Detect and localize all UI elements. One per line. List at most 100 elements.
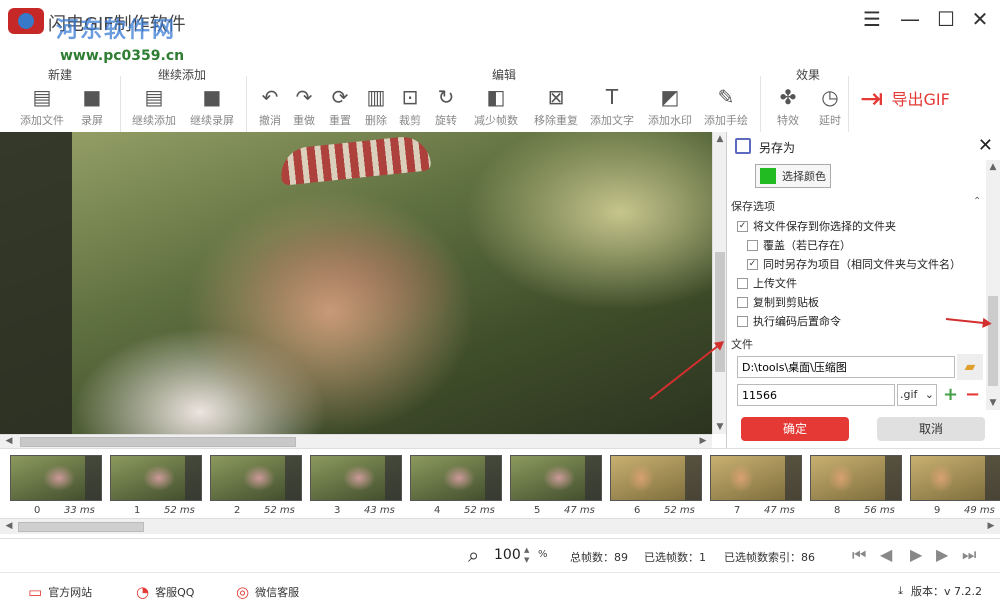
- last-frame-icon[interactable]: ⏭: [962, 545, 976, 565]
- preview-horizontal-scroll-thumb[interactable]: [20, 437, 296, 447]
- first-frame-icon[interactable]: ⏮: [852, 545, 866, 565]
- confirm-button[interactable]: 确定: [741, 417, 849, 441]
- scroll-right-icon[interactable]: ▶: [696, 436, 710, 446]
- frame-thumbnail[interactable]: 6 52 ms: [606, 455, 702, 521]
- checkbox-save-to-folder[interactable]: ✓: [737, 220, 748, 232]
- checkbox-run-post-command[interactable]: [737, 315, 748, 327]
- zoom-stepper[interactable]: ▲ ▼: [524, 545, 529, 565]
- checkbox-copy-clipboard[interactable]: [737, 296, 748, 308]
- previous-frame-icon[interactable]: ◀: [880, 545, 892, 564]
- save-options-heading: 保存选项: [731, 200, 775, 213]
- filename-input[interactable]: [737, 384, 895, 406]
- frame-index: 1: [134, 505, 141, 516]
- frame-duration: 33 ms: [64, 505, 95, 516]
- collapse-icon[interactable]: ⌃: [973, 196, 981, 207]
- extension-select[interactable]: .gif ⌄: [897, 384, 937, 406]
- panel-close-icon[interactable]: ✕: [978, 135, 993, 156]
- zoom-value[interactable]: 100: [494, 547, 521, 563]
- preview-vertical-scroll-thumb[interactable]: [715, 252, 725, 372]
- close-icon[interactable]: ✕: [966, 6, 994, 32]
- cancel-button[interactable]: 取消: [877, 417, 985, 441]
- scroll-down-icon[interactable]: ▼: [713, 422, 727, 432]
- preview-image-left-strip: [0, 132, 72, 434]
- rotate-button[interactable]: ↻ 旋转: [418, 84, 474, 130]
- add-file-button[interactable]: ▤ 添加文件: [14, 84, 70, 130]
- preview-vertical-scrollbar[interactable]: ▲ ▼: [712, 132, 726, 434]
- frame-thumbnail[interactable]: 4 52 ms: [406, 455, 502, 521]
- scroll-left-icon[interactable]: ◀: [2, 436, 16, 446]
- option-upload[interactable]: 上传文件: [737, 275, 797, 291]
- save-path-input[interactable]: [737, 356, 955, 378]
- effects-label: 特效: [777, 114, 799, 127]
- frame-thumbnail[interactable]: 0 33 ms: [6, 455, 102, 521]
- watermark-icon: ◩: [660, 85, 680, 109]
- color-swatch: [760, 168, 776, 184]
- add-watermark-button[interactable]: ◩ 添加水印: [642, 84, 698, 130]
- brush-icon: ✎: [717, 85, 735, 109]
- browse-folder-button[interactable]: ▰: [957, 354, 983, 380]
- panel-scroll-thumb[interactable]: [988, 296, 998, 386]
- download-icon[interactable]: ⤓: [898, 584, 903, 598]
- frame-thumbnail[interactable]: 9 49 ms: [906, 455, 1000, 521]
- remove-duplicates-label: 移除重复: [534, 114, 578, 127]
- zoom-icon[interactable]: ⌕: [468, 543, 479, 567]
- option-save-to-folder-label: 将文件保存到你选择的文件夹: [753, 220, 896, 233]
- option-overwrite-label: 覆盖（若已存在）: [763, 239, 851, 252]
- panel-scroll-down-icon[interactable]: ▼: [986, 398, 1000, 408]
- maximize-icon[interactable]: ☐: [932, 6, 960, 32]
- frame-thumbnail[interactable]: 2 52 ms: [206, 455, 302, 521]
- delay-button[interactable]: ◷ 延时: [802, 84, 858, 130]
- scroll-up-icon[interactable]: ▲: [713, 134, 727, 144]
- frame-thumbnail[interactable]: 1 52 ms: [106, 455, 202, 521]
- minimize-icon[interactable]: —: [896, 6, 924, 32]
- option-save-as-project[interactable]: ✓ 同时另存为项目（相同文件夹与文件名）: [747, 256, 961, 272]
- group-label-new: 新建: [48, 68, 73, 82]
- filmstrip-scroll-right-icon[interactable]: ▶: [984, 521, 998, 531]
- option-copy-clipboard[interactable]: 复制到剪贴板: [737, 294, 819, 310]
- frame-duration: 52 ms: [164, 505, 195, 516]
- panel-scrollbar[interactable]: ▲ ▼: [986, 160, 1000, 410]
- continue-add-button[interactable]: ▤ 继续添加: [126, 84, 182, 130]
- option-save-to-folder[interactable]: ✓ 将文件保存到你选择的文件夹: [737, 218, 896, 234]
- choose-color-button[interactable]: 选择颜色: [755, 164, 831, 188]
- add-file-label: 添加文件: [20, 114, 64, 127]
- support-wechat-link[interactable]: ◎ 微信客服: [236, 583, 299, 601]
- checkbox-overwrite[interactable]: [747, 239, 758, 251]
- next-frame-icon[interactable]: ▶: [936, 545, 948, 564]
- add-text-button[interactable]: T 添加文字: [584, 84, 640, 130]
- preview-canvas[interactable]: [0, 132, 712, 434]
- remove-duplicates-button[interactable]: ⊠ 移除重复: [528, 84, 584, 130]
- status-bar: ⌕ 100 ▲ ▼ % 总帧数：89 已选帧数：1 已选帧数索引：86 ⏮ ◀ ▶…: [0, 538, 1000, 572]
- filmstrip-scroll-left-icon[interactable]: ◀: [2, 521, 16, 531]
- selected-frame-index: 已选帧数索引：86: [724, 551, 815, 564]
- option-run-post-command-label: 执行编码后置命令: [753, 315, 841, 328]
- panel-scroll-up-icon[interactable]: ▲: [986, 162, 1000, 172]
- support-qq-link[interactable]: ◔ 客服QQ: [136, 583, 194, 601]
- preview-horizontal-scrollbar[interactable]: ◀ ▶: [0, 434, 712, 448]
- add-icon[interactable]: +: [943, 384, 958, 405]
- menu-icon[interactable]: ☰: [858, 6, 886, 32]
- record-button[interactable]: ■ 录屏: [64, 84, 120, 130]
- checkbox-save-as-project[interactable]: ✓: [747, 258, 758, 270]
- add-drawing-button[interactable]: ✎ 添加手绘: [698, 84, 754, 130]
- frame-index: 7: [734, 505, 741, 516]
- text-icon: T: [605, 85, 619, 109]
- frame-thumbnail[interactable]: 3 43 ms: [306, 455, 402, 521]
- folder-icon: ▰: [964, 359, 976, 375]
- option-run-post-command[interactable]: 执行编码后置命令: [737, 313, 841, 329]
- filmstrip-scrollbar[interactable]: ◀ ▶: [0, 518, 1000, 534]
- checkbox-upload[interactable]: [737, 277, 748, 289]
- option-overwrite[interactable]: 覆盖（若已存在）: [747, 237, 851, 253]
- total-frames: 总帧数：89: [570, 551, 628, 564]
- reduce-frames-button[interactable]: ◧ 减少帧数: [468, 84, 524, 130]
- frame-duration: 52 ms: [664, 505, 695, 516]
- play-icon[interactable]: ▶: [910, 545, 922, 564]
- filmstrip-scroll-thumb[interactable]: [18, 522, 144, 532]
- frame-thumbnail[interactable]: 8 56 ms: [806, 455, 902, 521]
- continue-record-button[interactable]: ■ 继续录屏: [184, 84, 240, 130]
- remove-icon[interactable]: −: [965, 384, 980, 405]
- official-website-link[interactable]: ▭ 官方网站: [28, 583, 92, 601]
- export-gif-button[interactable]: ⇥ 导出GIF: [856, 76, 980, 120]
- frame-thumbnail[interactable]: 7 47 ms: [706, 455, 802, 521]
- frame-thumbnail[interactable]: 5 47 ms: [506, 455, 602, 521]
